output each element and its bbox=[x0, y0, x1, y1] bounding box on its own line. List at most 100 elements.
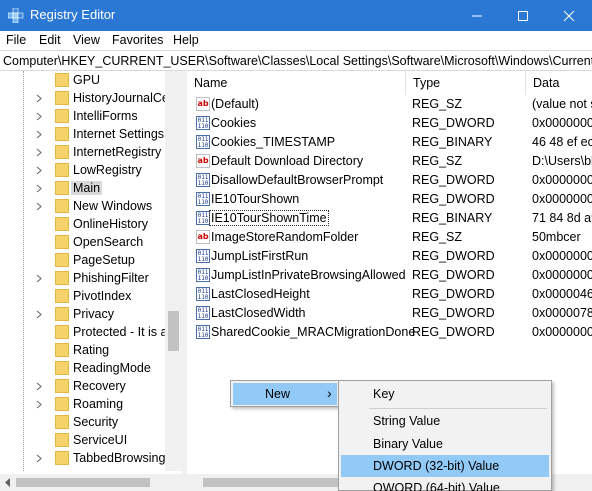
tree-item[interactable]: PageSetup bbox=[0, 251, 166, 269]
chevron-right-icon[interactable] bbox=[36, 166, 42, 175]
value-name: DisallowDefaultBrowserPrompt bbox=[211, 173, 384, 187]
context-menu-new[interactable]: New › bbox=[233, 383, 337, 405]
folder-icon bbox=[55, 163, 69, 177]
chevron-right-icon[interactable] bbox=[36, 310, 42, 319]
submenu-dword-value-label: DWORD (32-bit) Value bbox=[373, 459, 500, 473]
tree-item[interactable]: Rating bbox=[0, 341, 166, 359]
value-type: REG_DWORD bbox=[412, 287, 495, 301]
folder-icon bbox=[55, 433, 69, 447]
table-row[interactable]: 011 110 JumpListFirstRun REG_DWORD 0x0000000… bbox=[187, 247, 592, 266]
binary-value-icon: 011 110 bbox=[196, 287, 210, 301]
tree-item[interactable]: OpenSearch bbox=[0, 233, 166, 251]
tree-item[interactable]: OnlineHistory bbox=[0, 215, 166, 233]
value-data: 0x00000001 bbox=[532, 325, 592, 339]
binary-value-icon: 011 110 bbox=[196, 211, 210, 225]
tree-item[interactable]: LowRegistry bbox=[0, 161, 166, 179]
table-row[interactable]: ab ImageStoreRandomFolder REG_SZ 50mbcer bbox=[187, 228, 592, 247]
folder-icon bbox=[55, 289, 69, 303]
table-row[interactable]: 011110LastClosedWidth REG_DWORD 0x00000780 bbox=[187, 304, 592, 323]
submenu-arrow-icon: › bbox=[327, 385, 332, 401]
chevron-right-icon[interactable] bbox=[36, 202, 42, 211]
tree-item[interactable]: PhishingFilter bbox=[0, 269, 166, 287]
address-bar[interactable]: Computer\HKEY_CURRENT_USER\Software\Clas… bbox=[0, 50, 592, 71]
tree-item-label: LowRegistry bbox=[73, 163, 142, 177]
tree-item[interactable]: Recovery bbox=[0, 377, 166, 395]
tree-horizontal-scrollbar[interactable] bbox=[0, 474, 182, 491]
scroll-left-icon[interactable] bbox=[5, 478, 11, 487]
submenu-binary-value-label: Binary Value bbox=[373, 437, 443, 451]
tree-item-label: TabbedBrowsing bbox=[73, 451, 166, 465]
submenu-qword-value[interactable]: QWORD (64-bit) Value bbox=[341, 477, 549, 491]
table-row[interactable]: 011110Cookies REG_DWORD 0x00000002 bbox=[187, 114, 592, 133]
table-row[interactable]: 011 110 LastClosedHeight REG_DWORD 0x0000046… bbox=[187, 285, 592, 304]
table-row[interactable]: ab Default Download Directory REG_SZ D:\Use… bbox=[187, 152, 592, 171]
menu-help[interactable]: Help bbox=[173, 33, 199, 47]
tree-item-label: IntelliForms bbox=[73, 109, 138, 123]
tree-item[interactable]: TabbedBrowsing bbox=[0, 449, 166, 467]
table-row[interactable]: 011 110 JumpListInPrivateBrowsingAllowed RE… bbox=[187, 266, 592, 285]
chevron-right-icon[interactable] bbox=[36, 148, 42, 157]
folder-icon bbox=[55, 127, 69, 141]
column-header-type[interactable]: Type bbox=[406, 71, 526, 95]
tree-item[interactable]: ReadingMode bbox=[0, 359, 166, 377]
tree-item[interactable]: Main bbox=[0, 179, 166, 197]
tree-item[interactable]: PivotIndex bbox=[0, 287, 166, 305]
tree-item[interactable]: Privacy bbox=[0, 305, 166, 323]
key-tree: GPU HistoryJournalCe IntelliForms Internet … bbox=[0, 71, 182, 491]
chevron-right-icon[interactable] bbox=[36, 400, 42, 409]
tree-item[interactable]: Internet Settings bbox=[0, 125, 166, 143]
tree-item[interactable]: Protected - It is a bbox=[0, 323, 167, 341]
folder-icon bbox=[55, 325, 69, 339]
minimize-button[interactable] bbox=[454, 0, 500, 31]
string-value-icon: ab bbox=[196, 230, 210, 244]
column-header-name[interactable]: Name bbox=[187, 71, 406, 95]
tree-vertical-scrollbar[interactable] bbox=[165, 71, 182, 471]
table-row[interactable]: 011110IE10TourShown REG_DWORD 0x00000001 bbox=[187, 190, 592, 209]
tree-item-label: InternetRegistry bbox=[73, 145, 162, 159]
value-type: REG_DWORD bbox=[412, 306, 495, 320]
table-row[interactable]: 011 110 SharedCookie_MRACMigrationDone REG_… bbox=[187, 323, 592, 342]
chevron-right-icon[interactable] bbox=[36, 94, 42, 103]
tree-item[interactable]: InternetRegistry bbox=[0, 143, 166, 161]
menu-view[interactable]: View bbox=[73, 33, 100, 47]
tree-item[interactable]: GPU bbox=[0, 71, 166, 89]
menu-edit[interactable]: Edit bbox=[39, 33, 61, 47]
value-type: REG_DWORD bbox=[412, 268, 495, 282]
tree-item[interactable]: New Windows bbox=[0, 197, 166, 215]
tree-item[interactable]: Security bbox=[0, 413, 166, 431]
tree-item-label: Internet Settings bbox=[73, 127, 165, 141]
table-row[interactable]: ab(Default) REG_SZ (value not set) bbox=[187, 95, 592, 114]
chevron-right-icon[interactable] bbox=[36, 382, 42, 391]
tree-item[interactable]: HistoryJournalCe bbox=[0, 89, 169, 107]
table-row[interactable]: 011 110 IE10TourShownTime REG_BINARY 71 84 8… bbox=[187, 209, 592, 228]
chevron-right-icon[interactable] bbox=[36, 184, 42, 193]
tree-horizontal-scroll-thumb[interactable] bbox=[16, 478, 150, 487]
tree-vertical-scroll-thumb[interactable] bbox=[168, 311, 179, 351]
tree-item[interactable]: ServiceUI bbox=[0, 431, 166, 449]
chevron-right-icon[interactable] bbox=[36, 130, 42, 139]
close-button[interactable] bbox=[546, 0, 592, 31]
maximize-button[interactable] bbox=[500, 0, 546, 31]
chevron-right-icon[interactable] bbox=[36, 454, 42, 463]
folder-icon bbox=[55, 451, 69, 465]
binary-value-icon: 011 110 bbox=[196, 268, 210, 282]
submenu-key[interactable]: Key bbox=[341, 383, 549, 405]
submenu-dword-value[interactable]: DWORD (32-bit) Value bbox=[341, 455, 549, 477]
menu-favorites[interactable]: Favorites bbox=[112, 33, 163, 47]
value-type: REG_BINARY bbox=[412, 135, 493, 149]
table-row[interactable]: 011 110 Cookies_TIMESTAMP REG_BINARY 46 48 e… bbox=[187, 133, 592, 152]
tree-item[interactable]: Roaming bbox=[0, 395, 166, 413]
tree-item[interactable]: IntelliForms bbox=[0, 107, 166, 125]
column-header-data[interactable]: Data bbox=[526, 71, 592, 95]
folder-icon bbox=[55, 109, 69, 123]
chevron-right-icon[interactable] bbox=[36, 112, 42, 121]
folder-icon bbox=[55, 91, 69, 105]
new-submenu: Key String Value Binary Value DWORD (32-… bbox=[338, 380, 552, 491]
value-data: 46 48 ef ec 8 bbox=[532, 135, 592, 149]
chevron-right-icon[interactable] bbox=[36, 274, 42, 283]
menu-file[interactable]: File bbox=[6, 33, 26, 47]
submenu-binary-value[interactable]: Binary Value bbox=[341, 433, 549, 455]
submenu-string-value[interactable]: String Value bbox=[341, 410, 549, 432]
string-value-icon: ab bbox=[196, 97, 210, 111]
table-row[interactable]: 011 110 DisallowDefaultBrowserPrompt REG_DW… bbox=[187, 171, 592, 190]
